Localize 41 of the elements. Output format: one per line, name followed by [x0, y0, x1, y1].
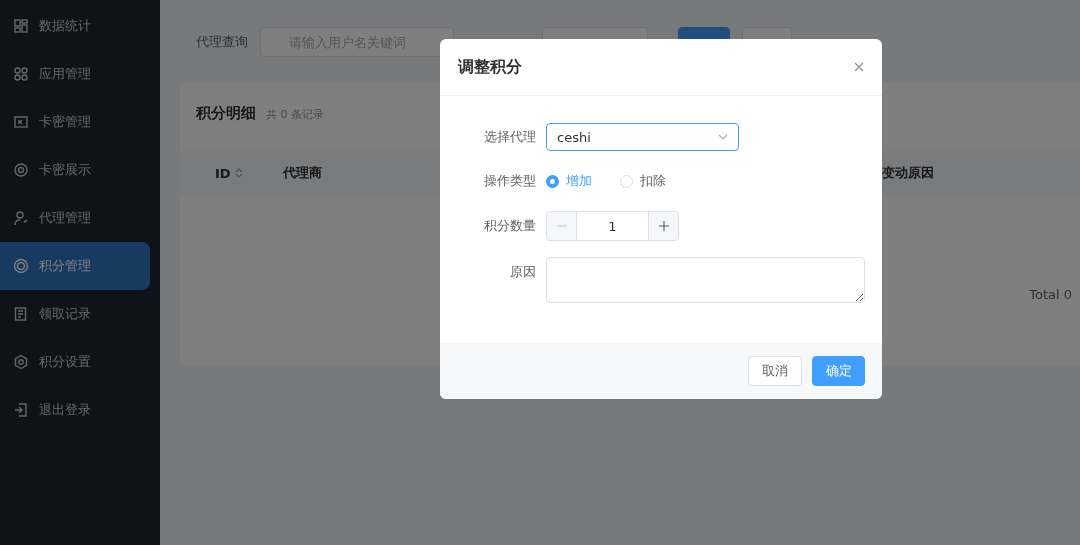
field-label: 积分数量 [483, 217, 536, 235]
column-header[interactable]: ID [215, 165, 231, 181]
apps-icon [13, 66, 29, 82]
number-input[interactable]: 1 [546, 211, 679, 241]
pagination-total: Total 0 [1029, 287, 1072, 302]
sidebar-item[interactable]: 卡密管理 [0, 98, 150, 146]
eye-icon [13, 162, 29, 178]
chevron-down-icon [718, 134, 728, 140]
sidebar-item[interactable]: 数据统计 [0, 2, 150, 50]
sort-icon[interactable] [234, 168, 243, 178]
column-header: 变动原因 [881, 164, 934, 182]
sidebar-item[interactable]: 卡密展示 [0, 146, 150, 194]
user-icon [13, 210, 29, 226]
filter-label: 代理查询 [196, 33, 248, 51]
sidebar-item[interactable]: 退出登录 [0, 386, 150, 434]
coin-icon [13, 258, 29, 274]
agent-select[interactable]: ceshi [546, 123, 739, 151]
radio-option[interactable]: 增加 [546, 172, 592, 190]
plus-button[interactable] [649, 212, 678, 240]
gear-icon [13, 354, 29, 370]
sidebar-item[interactable]: 代理管理 [0, 194, 150, 242]
sidebar-item[interactable]: 积分设置 [0, 338, 150, 386]
card-title: 积分明细 [196, 104, 256, 123]
card-icon [13, 114, 29, 130]
radio-option[interactable]: 扣除 [620, 172, 666, 190]
sidebar-item[interactable]: 领取记录 [0, 290, 150, 338]
sidebar-item[interactable]: 积分管理 [0, 242, 150, 290]
reason-field[interactable] [546, 257, 865, 303]
confirm-button[interactable]: 确定 [812, 356, 865, 386]
dialog-title: 调整积分 [458, 56, 522, 78]
close-button[interactable] [852, 60, 866, 74]
column-header: 代理商 [282, 164, 322, 182]
field-label: 选择代理 [483, 128, 536, 146]
logout-icon [13, 402, 29, 418]
document-icon [13, 306, 29, 322]
field-label: 操作类型 [483, 172, 536, 190]
dashboard-icon [13, 18, 29, 34]
sidebar-item[interactable]: 应用管理 [0, 50, 150, 98]
field-label: 原因 [509, 263, 536, 281]
plus-icon [657, 220, 670, 232]
cancel-button[interactable]: 取消 [748, 356, 802, 386]
